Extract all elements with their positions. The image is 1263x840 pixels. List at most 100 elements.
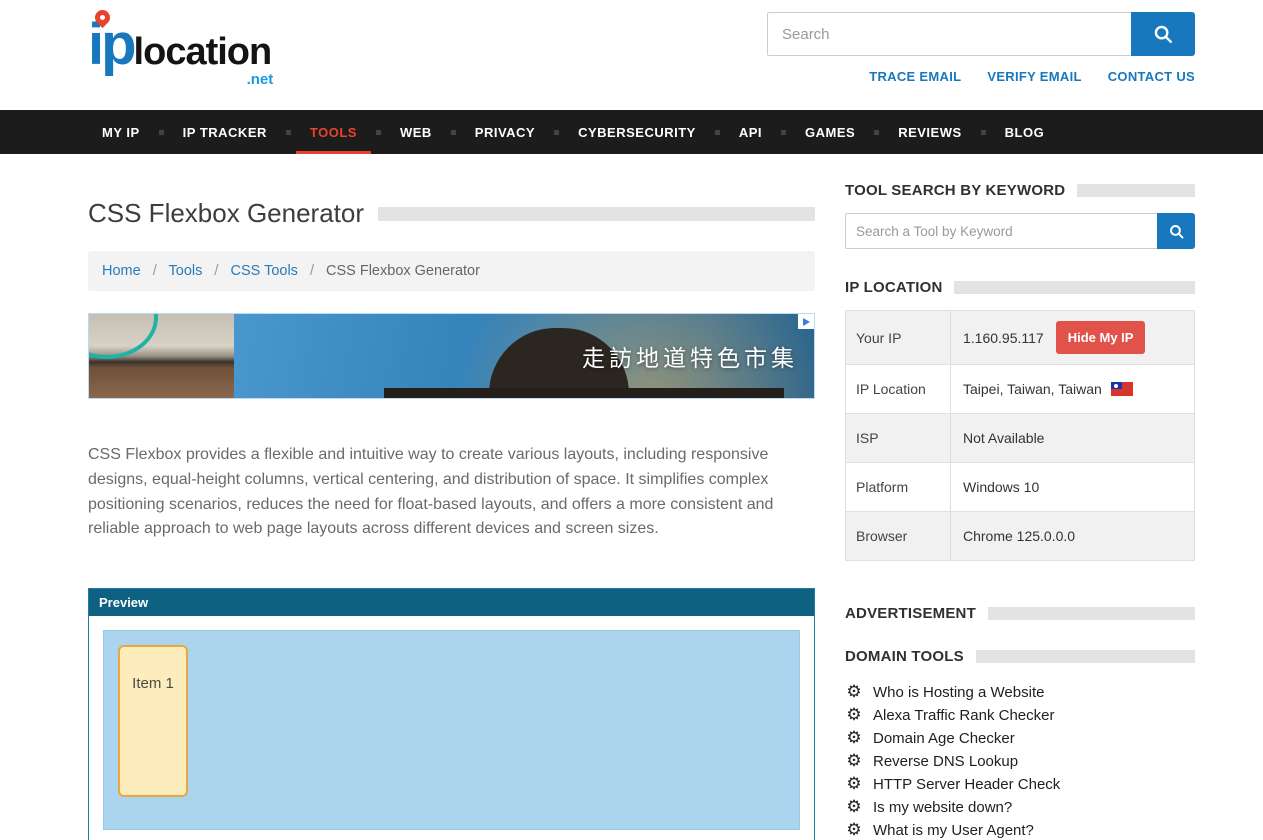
header-search (767, 12, 1195, 56)
list-item: Domain Age Checker (845, 727, 1195, 750)
domain-tool-alexa-link[interactable]: Alexa Traffic Rank Checker (873, 705, 1054, 727)
header-search-button[interactable] (1131, 12, 1195, 56)
row-label: Browser (846, 512, 951, 560)
logo-ip-text: ip (88, 12, 134, 77)
nav-separator (286, 130, 291, 135)
domain-tool-reverse-dns-link[interactable]: Reverse DNS Lookup (873, 751, 1018, 773)
trace-email-link[interactable]: TRACE EMAIL (869, 69, 961, 84)
domain-tool-http-header-link[interactable]: HTTP Server Header Check (873, 774, 1060, 796)
heading-decoration-bar (988, 607, 1195, 620)
table-row-platform: Platform Windows 10 (846, 463, 1194, 512)
tool-search-button[interactable] (1157, 213, 1195, 249)
domain-tool-age-link[interactable]: Domain Age Checker (873, 728, 1015, 750)
contact-us-link[interactable]: CONTACT US (1108, 69, 1195, 84)
ad-banner[interactable]: 走訪地道特色市集 (88, 313, 815, 399)
gear-icon (845, 819, 863, 840)
gear-icon (845, 727, 863, 750)
preview-header-label: Preview (89, 589, 814, 616)
list-item: Alexa Traffic Rank Checker (845, 704, 1195, 727)
ip-location-heading-row: IP LOCATION (845, 279, 1195, 296)
heading-decoration-bar (976, 650, 1195, 663)
nav-item-games[interactable]: GAMES (791, 110, 869, 154)
nav-separator (376, 130, 381, 135)
nav-separator (981, 130, 986, 135)
tool-search-heading-row: TOOL SEARCH BY KEYWORD (845, 182, 1195, 199)
heading-decoration-bar (954, 281, 1195, 294)
row-value: 1.160.95.117 Hide My IP (951, 311, 1194, 364)
nav-item-cybersecurity[interactable]: CYBERSECURITY (564, 110, 710, 154)
row-value: Chrome 125.0.0.0 (951, 512, 1194, 560)
nav-item-my-ip[interactable]: MY IP (88, 110, 154, 154)
ad-photo: 走訪地道特色市集 (234, 314, 814, 398)
domain-tool-hosting-link[interactable]: Who is Hosting a Website (873, 682, 1044, 704)
table-row-browser: Browser Chrome 125.0.0.0 (846, 512, 1194, 560)
table-row-ip-location: IP Location Taipei, Taiwan, Taiwan (846, 365, 1194, 414)
gear-icon (845, 750, 863, 773)
page-title: CSS Flexbox Generator (88, 198, 364, 229)
sidebar: TOOL SEARCH BY KEYWORD IP LOCATION Your … (845, 154, 1195, 840)
main-content: CSS Flexbox Generator Home / Tools / CSS… (88, 154, 815, 840)
row-value: Not Available (951, 414, 1194, 462)
search-icon (1152, 23, 1174, 45)
nav-item-blog[interactable]: BLOG (991, 110, 1059, 154)
flex-container-demo: Item 1 (103, 630, 800, 830)
heading-decoration-bar (1077, 184, 1195, 197)
hide-my-ip-button[interactable]: Hide My IP (1056, 321, 1146, 354)
nav-item-reviews[interactable]: REVIEWS (884, 110, 975, 154)
breadcrumb-separator: / (214, 263, 218, 279)
domain-tool-user-agent-link[interactable]: What is my User Agent? (873, 820, 1034, 840)
list-item: What is my User Agent? (845, 819, 1195, 840)
gear-icon (845, 796, 863, 819)
ad-left-photo (89, 314, 234, 398)
site-logo[interactable]: iplocation .net (88, 16, 271, 74)
title-row: CSS Flexbox Generator (88, 198, 815, 229)
ad-info-icon[interactable] (798, 314, 814, 329)
advertisement-heading: ADVERTISEMENT (845, 605, 976, 622)
list-item: Reverse DNS Lookup (845, 750, 1195, 773)
ip-info-table: Your IP 1.160.95.117 Hide My IP IP Locat… (845, 310, 1195, 561)
nav-separator (554, 130, 559, 135)
header-links: TRACE EMAIL VERIFY EMAIL CONTACT US (767, 69, 1195, 84)
breadcrumb-separator: / (310, 263, 314, 279)
nav-item-privacy[interactable]: PRIVACY (461, 110, 549, 154)
site-header: iplocation .net TRACE EMAIL VERIFY EMAIL… (0, 0, 1263, 110)
domain-tools-heading: DOMAIN TOOLS (845, 648, 964, 665)
tool-search (845, 213, 1195, 249)
tool-search-heading: TOOL SEARCH BY KEYWORD (845, 182, 1065, 199)
verify-email-link[interactable]: VERIFY EMAIL (987, 69, 1081, 84)
nav-separator (451, 130, 456, 135)
isp-value: Not Available (963, 430, 1044, 446)
breadcrumb-tools[interactable]: Tools (169, 263, 203, 279)
domain-tools-list: Who is Hosting a Website Alexa Traffic R… (845, 681, 1195, 840)
ad-building-base (384, 388, 784, 398)
intro-paragraph: CSS Flexbox provides a flexible and intu… (88, 443, 815, 542)
nav-item-ip-tracker[interactable]: IP TRACKER (169, 110, 281, 154)
logo-location-text: location (134, 31, 272, 73)
row-label: IP Location (846, 365, 951, 413)
ad-caption: 走訪地道特色市集 (582, 339, 798, 373)
header-search-input[interactable] (767, 12, 1131, 56)
list-item: Who is Hosting a Website (845, 681, 1195, 704)
gear-icon (845, 773, 863, 796)
tool-search-input[interactable] (845, 213, 1157, 249)
domain-tools-heading-row: DOMAIN TOOLS (845, 648, 1195, 665)
table-row-isp: ISP Not Available (846, 414, 1194, 463)
nav-separator (715, 130, 720, 135)
preview-panel: Preview Item 1 (88, 588, 815, 840)
row-value: Taipei, Taiwan, Taiwan (951, 365, 1194, 413)
breadcrumb-home[interactable]: Home (102, 263, 141, 279)
nav-item-web[interactable]: WEB (386, 110, 446, 154)
browser-value: Chrome 125.0.0.0 (963, 528, 1075, 544)
breadcrumb-css-tools[interactable]: CSS Tools (230, 263, 297, 279)
breadcrumb: Home / Tools / CSS Tools / CSS Flexbox G… (88, 251, 815, 291)
nav-item-tools[interactable]: TOOLS (296, 110, 371, 154)
ip-location-heading: IP LOCATION (845, 279, 942, 296)
nav-item-api[interactable]: API (725, 110, 776, 154)
domain-tool-website-down-link[interactable]: Is my website down? (873, 797, 1012, 819)
gear-icon (845, 681, 863, 704)
flex-item-1: Item 1 (118, 645, 188, 797)
breadcrumb-current: CSS Flexbox Generator (326, 263, 480, 279)
ip-location-value: Taipei, Taiwan, Taiwan (963, 381, 1102, 397)
nav-separator (781, 130, 786, 135)
gear-icon (845, 704, 863, 727)
